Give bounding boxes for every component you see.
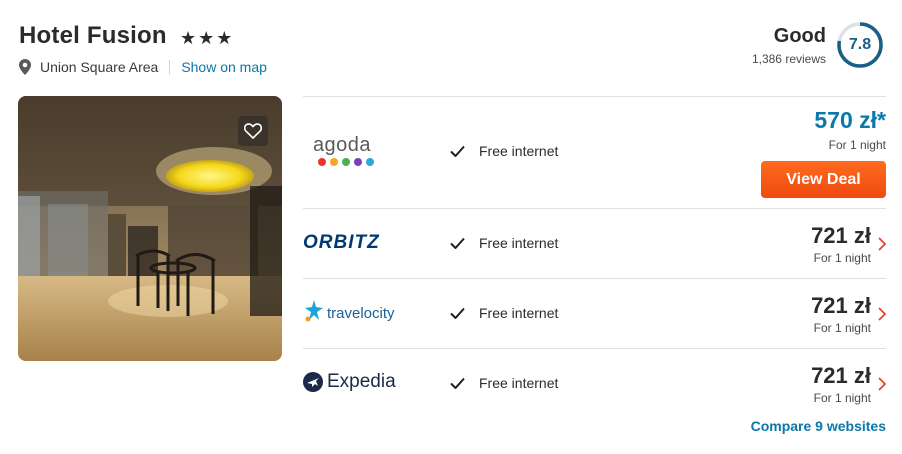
deals-list: agoda Free internet 570 zł* For 1 night …	[303, 96, 886, 418]
review-count[interactable]: 1,386 reviews	[752, 52, 826, 66]
check-icon	[450, 377, 465, 389]
rating-label: Good	[773, 25, 826, 47]
deal-row[interactable]: agoda Free internet 570 zł* For 1 night …	[303, 96, 886, 208]
price-note: For 1 night	[813, 251, 871, 265]
chevron-right-icon[interactable]	[878, 307, 886, 321]
amenity: Free internet	[450, 305, 558, 321]
deal-price: 721 zł	[811, 223, 871, 248]
provider-logo-expedia[interactable]: Expedia	[303, 372, 396, 392]
deal-price: 721 zł	[811, 293, 871, 318]
check-icon	[450, 307, 465, 319]
chevron-right-icon[interactable]	[878, 377, 886, 391]
provider-name: travelocity	[327, 305, 395, 322]
amenity-label: Free internet	[479, 305, 559, 321]
location-row: Union Square Area Show on map	[19, 57, 267, 77]
map-pin-icon	[19, 59, 31, 75]
check-icon	[450, 237, 465, 249]
agoda-dots-icon	[303, 158, 381, 166]
deal-row[interactable]: travelocity Free internet 721 zł For 1 n…	[303, 278, 886, 348]
provider-logo-travelocity[interactable]: travelocity	[303, 299, 395, 323]
compare-websites-link[interactable]: Compare 9 websites	[751, 418, 886, 434]
rating-score: 7.8	[848, 36, 872, 53]
amenity-label: Free internet	[479, 375, 559, 391]
amenity-label: Free internet	[479, 235, 559, 251]
deal-price: 721 zł	[811, 363, 871, 388]
star-rating: ★★★	[180, 28, 235, 48]
price-note: For 1 night	[813, 321, 871, 335]
deal-price: 570 zł*	[814, 107, 886, 133]
amenity: Free internet	[450, 235, 558, 251]
divider	[169, 60, 171, 74]
deal-row[interactable]: ORBITZ Free internet 721 zł For 1 night	[303, 208, 886, 278]
view-deal-button[interactable]: View Deal	[761, 161, 886, 198]
provider-name: agoda	[312, 134, 372, 156]
amenity-label: Free internet	[479, 143, 559, 159]
price-note: For 1 night	[828, 138, 886, 152]
chevron-right-icon[interactable]	[878, 237, 886, 251]
deal-row[interactable]: Expedia Free internet 721 zł For 1 night	[303, 348, 886, 418]
hotel-card: Hotel Fusion ★★★ Union Square Area Show …	[0, 0, 902, 454]
price-note: For 1 night	[813, 391, 871, 405]
provider-logo-orbitz[interactable]: ORBITZ	[303, 232, 380, 254]
show-on-map-link[interactable]: Show on map	[181, 59, 267, 75]
location-text: Union Square Area	[40, 59, 159, 75]
check-icon	[450, 145, 465, 157]
amenity: Free internet	[450, 375, 558, 391]
provider-name: ORBITZ	[303, 232, 380, 253]
save-favorite-button[interactable]	[238, 116, 268, 146]
hotel-name[interactable]: Hotel Fusion	[19, 22, 167, 50]
provider-logo-agoda[interactable]: agoda	[303, 135, 381, 166]
travelocity-star-icon	[305, 300, 323, 322]
expedia-plane-icon	[303, 372, 323, 392]
heart-icon	[244, 123, 262, 139]
amenity: Free internet	[450, 143, 558, 159]
provider-name: Expedia	[327, 371, 396, 392]
